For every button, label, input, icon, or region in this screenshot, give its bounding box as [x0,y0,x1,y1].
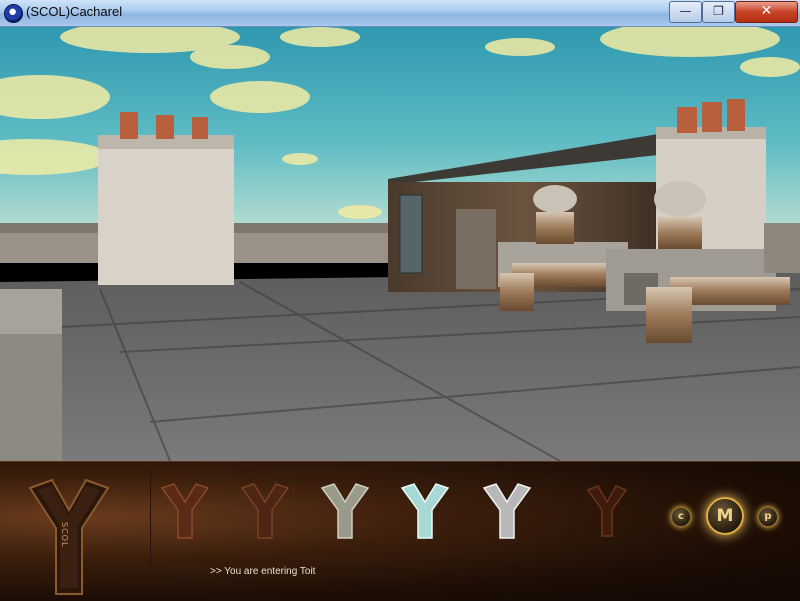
y-slot-4-icon[interactable] [396,480,454,542]
shed-door[interactable] [399,194,423,274]
status-message: >> You are entering Toit [210,566,316,577]
minimize-button[interactable]: — [669,1,702,23]
y-slot-1-icon[interactable] [156,480,214,542]
3d-viewport[interactable] [0,27,800,461]
window-title: (SCOL)Cacharel [26,4,123,19]
window-title-bar[interactable]: (SCOL)Cacharel — ❐ ✕ [0,0,800,27]
close-button[interactable]: ✕ [735,1,798,23]
c-button[interactable]: c [670,506,692,528]
y-slot-5-icon[interactable] [478,480,536,542]
rooftop-scene[interactable] [0,27,800,461]
scol-logo-label: SCOL [60,522,69,548]
chimney-left [98,112,234,285]
p-button[interactable]: p [757,506,779,528]
scol-app-icon [4,4,23,23]
scol-logo-icon[interactable] [24,478,114,598]
hud-toolbar: SCOL c M p >> You are entering Toit [0,461,800,601]
hud-divider [150,470,151,590]
y-slot-6-icon[interactable] [578,480,636,542]
y-slot-3-icon[interactable] [316,480,374,542]
m-button[interactable]: M [706,497,744,535]
y-slot-2-icon[interactable] [236,480,294,542]
maximize-button[interactable]: ❐ [702,1,735,23]
